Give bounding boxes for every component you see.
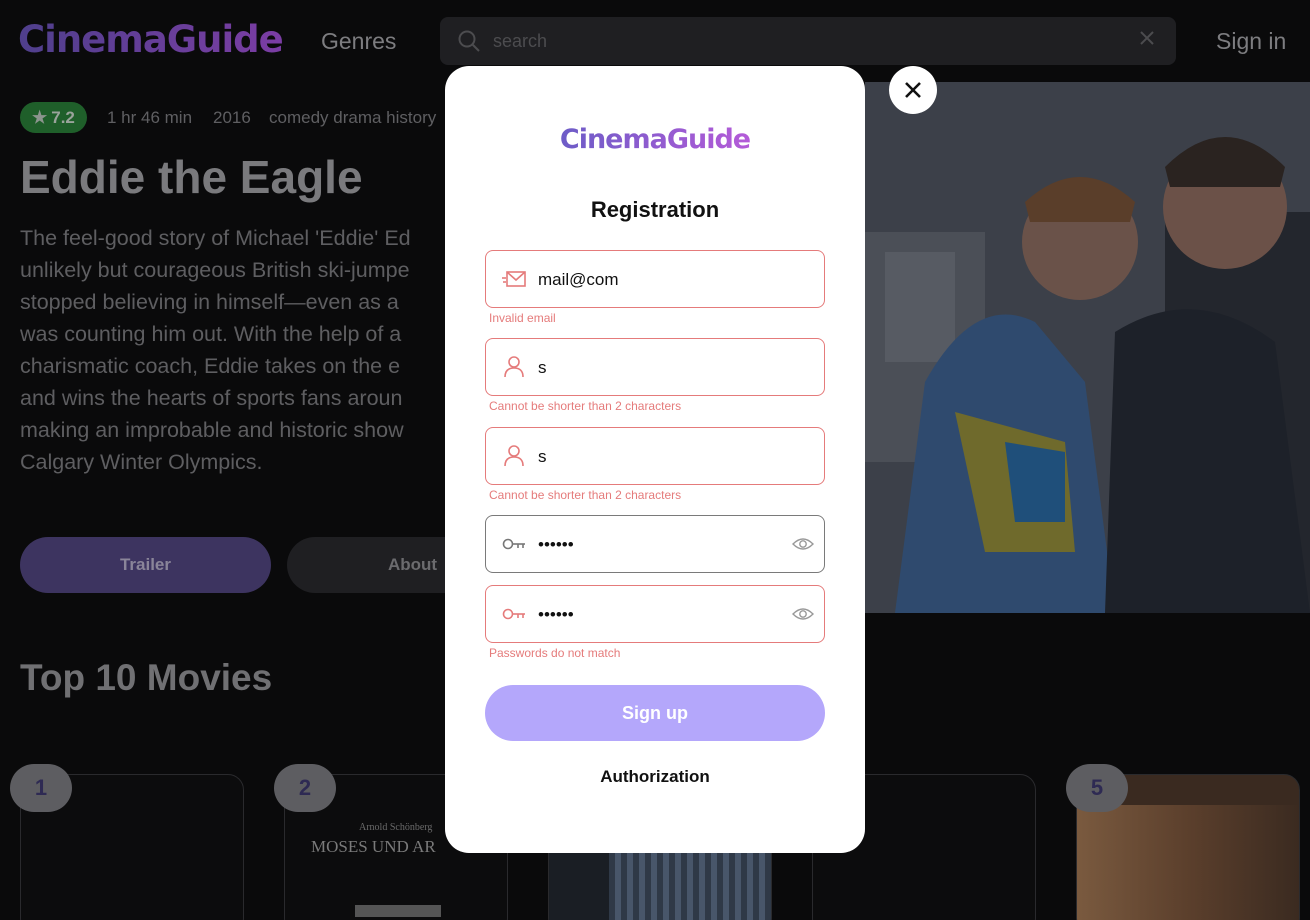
rating-badge: ★ 7.2 [20,102,87,133]
clear-search-icon[interactable] [1138,29,1156,47]
user-icon [504,445,524,467]
email-error: Invalid email [489,311,556,325]
key-icon [502,608,525,620]
modal-logo-text: CinemaGuide [559,124,751,155]
first-name-field[interactable]: s [485,338,825,396]
poster-illustration [865,82,1310,613]
sign-up-button[interactable]: Sign up [485,685,825,741]
star-icon: ★ [32,108,48,127]
email-field[interactable]: mail@com [485,250,825,308]
movie-genres: comedy drama history [269,108,437,127]
movie-poster [865,82,1310,613]
card-author: Arnold Schönberg [359,822,433,833]
site-logo[interactable]: CinemaGuide [18,18,284,61]
description-line: was counting him out. With the help of a [20,322,402,346]
password-input[interactable]: •••••• [538,535,574,555]
description-line: Calgary Winter Olympics. [20,450,263,474]
movie-year: 2016 [213,108,251,127]
first-name-error: Cannot be shorter than 2 characters [489,399,682,413]
first-name-input[interactable]: s [538,358,547,378]
confirm-password-error: Passwords do not match [489,646,621,660]
description-line: making an improbable and historic show [20,418,404,442]
key-icon [502,538,525,550]
close-modal-button[interactable] [889,66,937,114]
trailer-button[interactable]: Trailer [20,537,271,593]
confirm-password-field[interactable]: •••••• [485,585,825,643]
card-graphic [355,905,441,917]
description-line: stopped believing in himself—even as a [20,290,399,314]
password-field[interactable]: •••••• [485,515,825,573]
rating-value: 7.2 [51,108,75,127]
modal-logo: CinemaGuide [445,124,865,155]
user-icon [504,356,524,378]
movie-description: The feel-good story of Michael 'Eddie' E… [20,222,450,478]
rank-badge: 1 [10,764,72,812]
top-movies-heading: Top 10 Movies [20,657,273,698]
close-icon [905,82,921,98]
description-line: The feel-good story of Michael 'Eddie' E… [20,226,411,250]
nav-genres[interactable]: Genres [321,28,396,55]
registration-modal: CinemaGuide Registration mail@com Invali… [445,66,865,853]
movie-duration: 1 hr 46 min [107,108,193,127]
description-line: unlikely but courageous British ski-jump… [20,258,410,282]
show-password-icon[interactable] [792,536,814,552]
movie-title: Eddie the Eagle [20,151,363,203]
search-icon [458,30,480,52]
last-name-field[interactable]: s [485,427,825,485]
rank-badge: 5 [1066,764,1128,812]
last-name-input[interactable]: s [538,447,547,467]
email-input[interactable]: mail@com [538,270,619,290]
last-name-error: Cannot be shorter than 2 characters [489,488,682,502]
mail-icon [502,271,526,287]
search-input[interactable]: search [493,31,547,52]
rank-badge: 2 [274,764,336,812]
card-graphic [609,845,771,920]
modal-heading: Registration [590,197,720,222]
authorization-link[interactable]: Authorization [445,767,865,787]
page: CinemaGuide Genres search Sign in ★ 7.2 1… [0,0,1310,920]
card-graphic [1077,805,1299,920]
description-line: and wins the hearts of sports fans aroun [20,386,403,410]
sign-in-link[interactable]: Sign in [1216,28,1286,55]
show-password-icon[interactable] [792,606,814,622]
confirm-password-input[interactable]: •••••• [538,605,574,625]
card-title: MOSES UND AR [311,837,436,856]
description-line: charismatic coach, Eddie takes on the e [20,354,401,378]
search-bar[interactable]: search [440,17,1176,65]
